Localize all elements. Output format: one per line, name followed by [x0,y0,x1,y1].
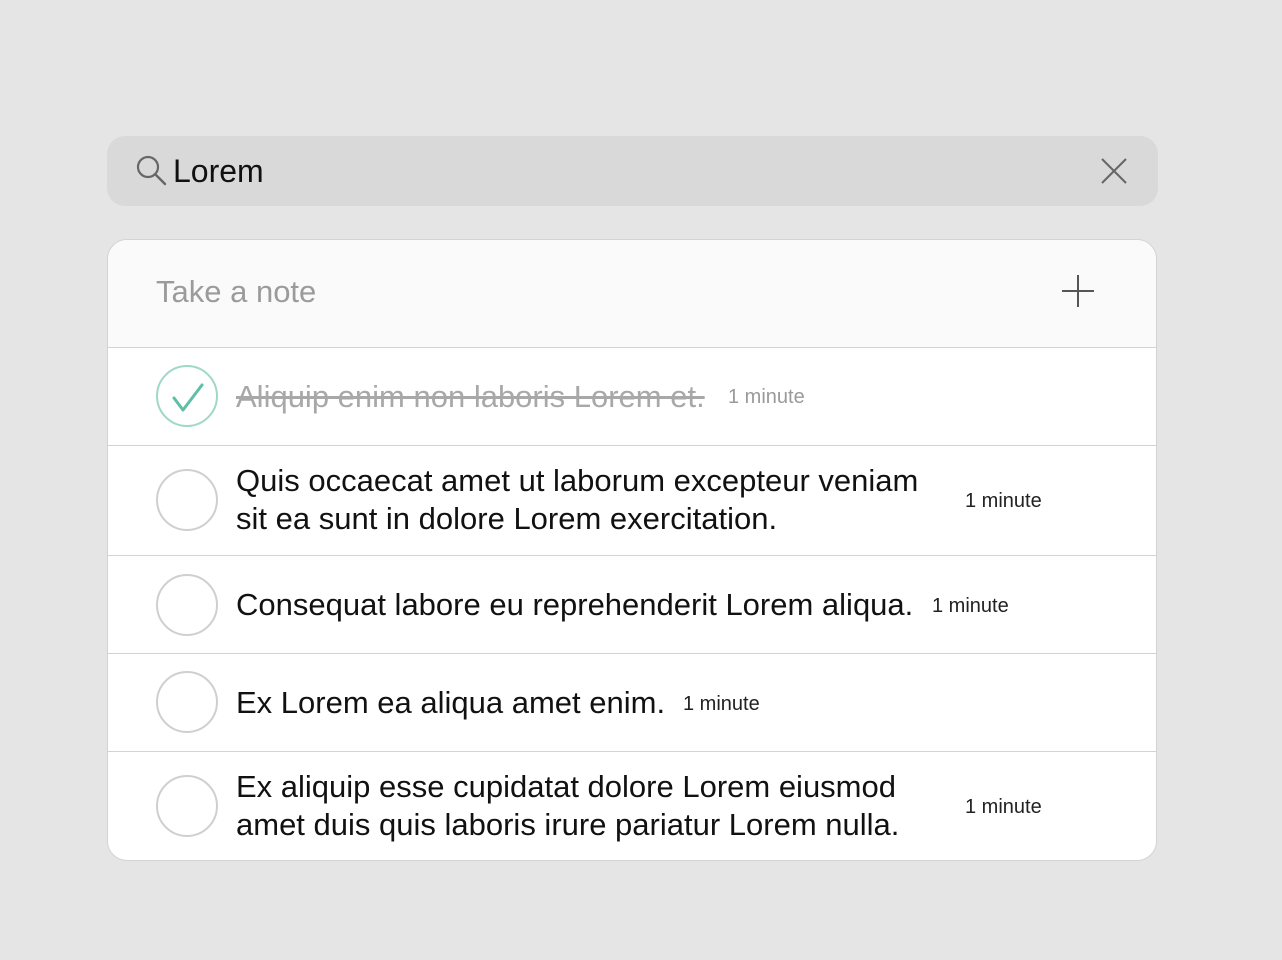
note-text[interactable]: Aliquip enim non laboris Lorem et. [236,378,705,416]
note-text[interactable]: Ex Lorem ea aliqua amet enim. [236,684,665,722]
search-input[interactable] [173,146,1073,196]
list-item: Ex Lorem ea aliqua amet enim. 1 minute [108,654,1156,752]
note-time: 1 minute [965,490,1042,512]
list-item: Ex aliquip esse cupidatat dolore Lorem e… [108,752,1156,860]
checkbox[interactable] [156,574,218,636]
checkbox-checked[interactable] [156,365,218,427]
checkbox[interactable] [156,469,218,531]
note-text[interactable]: Consequat labore eu reprehenderit Lorem … [236,586,913,624]
note-time: 1 minute [932,595,1009,617]
checkbox[interactable] [156,775,218,837]
note-text-line: amet duis quis laboris irure pariatur Lo… [236,807,900,842]
close-icon[interactable] [1098,155,1130,187]
checkmark-icon [172,383,204,412]
note-text[interactable]: Ex aliquip esse cupidatat dolore Lorem e… [236,768,899,844]
notes-card: Take a note Aliquip enim non laboris Lor… [107,239,1157,861]
note-text-line: sit ea sunt in dolore Lorem exercitation… [236,501,778,536]
list-item: Aliquip enim non laboris Lorem et. 1 min… [108,348,1156,446]
list-item: Consequat labore eu reprehenderit Lorem … [108,556,1156,654]
note-text[interactable]: Quis occaecat amet ut laborum excepteur … [236,462,918,538]
search-bar [107,136,1158,206]
note-time: 1 minute [965,796,1042,818]
checkbox[interactable] [156,671,218,733]
take-note-placeholder[interactable]: Take a note [156,272,316,312]
list-item: Quis occaecat amet ut laborum excepteur … [108,446,1156,556]
plus-icon[interactable] [1058,271,1098,311]
note-text-line: Ex aliquip esse cupidatat dolore Lorem e… [236,769,896,804]
note-text-line: Quis occaecat amet ut laborum excepteur … [236,463,919,498]
note-time: 1 minute [728,386,805,408]
note-time: 1 minute [683,693,760,715]
note-composer[interactable]: Take a note [108,240,1156,348]
search-icon [135,154,169,188]
